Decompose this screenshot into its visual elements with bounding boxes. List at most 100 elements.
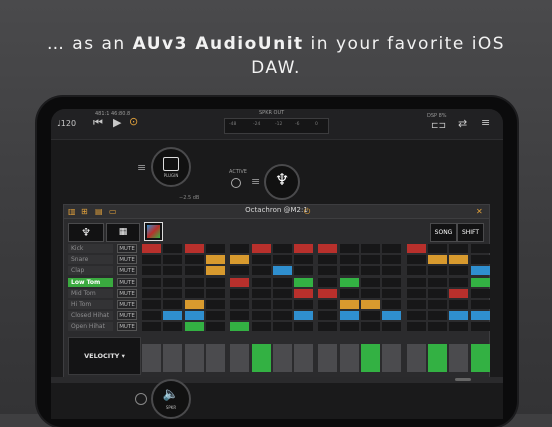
step-cell[interactable] [318,322,338,332]
step-cell[interactable] [339,300,359,309]
step-cell[interactable] [294,288,314,298]
step-cell[interactable] [427,322,447,332]
step-cell[interactable] [230,244,250,253]
step-cell[interactable] [361,300,380,309]
step-cell[interactable] [470,300,490,309]
step-cell[interactable] [339,255,359,265]
step-cell[interactable] [382,300,402,309]
track-label[interactable]: Snare [68,255,113,265]
step-cell[interactable] [230,255,250,265]
step-cell[interactable] [230,277,250,287]
routing-icon[interactable]: ⇄ [458,117,467,130]
step-cell[interactable] [427,244,447,253]
step-cell[interactable] [205,300,225,309]
step-cell[interactable] [318,255,338,265]
step-cell[interactable] [163,244,183,253]
pattern-thumbnail[interactable] [144,222,163,241]
step-cell[interactable] [251,288,271,298]
plugin-node[interactable]: PLUGIN [151,147,191,187]
step-cell[interactable] [318,266,338,276]
velocity-bar[interactable] [230,344,250,372]
step-cell[interactable] [382,322,402,332]
step-cell[interactable] [184,322,204,332]
step-cell[interactable] [294,300,314,309]
step-cell[interactable] [184,255,204,265]
step-cell[interactable] [251,277,271,287]
velocity-bar[interactable] [318,344,338,372]
step-cell[interactable] [427,311,447,321]
step-cell[interactable] [427,277,447,287]
step-cell[interactable] [230,322,250,332]
velocity-bar[interactable] [449,344,469,372]
step-cell[interactable] [361,266,380,276]
record-icon[interactable]: ⊙ [129,115,138,128]
node2-menu-icon[interactable]: ≡ [251,175,260,188]
step-cell[interactable] [361,277,380,287]
mute-button[interactable]: MUTE [117,288,137,298]
track-label[interactable]: Open Hihat [68,322,113,332]
step-cell[interactable] [184,266,204,276]
step-cell[interactable] [142,322,161,332]
node-menu-icon[interactable]: ≡ [137,161,146,174]
step-cell[interactable] [294,322,314,332]
scroll-thumb[interactable] [455,378,471,381]
step-cell[interactable] [184,300,204,309]
step-cell[interactable] [339,277,359,287]
step-cell[interactable] [294,266,314,276]
step-cell[interactable] [184,277,204,287]
step-cell[interactable] [163,288,183,298]
step-cell[interactable] [406,266,426,276]
step-cell[interactable] [382,311,402,321]
step-cell[interactable] [272,244,292,253]
play-icon[interactable]: ▶ [113,116,121,129]
shift-button[interactable]: SHIFT [457,223,484,242]
step-cell[interactable] [205,311,225,321]
step-cell[interactable] [251,244,271,253]
step-cell[interactable] [449,322,469,332]
track-label[interactable]: Mid Tom [68,288,113,298]
song-button[interactable]: SONG [430,223,457,242]
step-cell[interactable] [449,300,469,309]
speaker-node[interactable]: 🔈 SPKR [151,379,191,419]
velocity-bar[interactable] [470,344,490,372]
step-cell[interactable] [318,311,338,321]
step-cell[interactable] [142,311,161,321]
step-cell[interactable] [339,266,359,276]
step-cell[interactable] [361,311,380,321]
step-cell[interactable] [406,244,426,253]
step-cell[interactable] [251,322,271,332]
step-cell[interactable] [449,277,469,287]
velocity-bar[interactable] [382,344,402,372]
step-cell[interactable] [339,288,359,298]
step-cell[interactable] [142,266,161,276]
velocity-bar[interactable] [205,344,225,372]
octopus-button[interactable]: ♆ [68,223,104,242]
step-cell[interactable] [184,288,204,298]
step-cell[interactable] [470,266,490,276]
plugin-scrollbar[interactable] [51,377,503,383]
power-icon[interactable]: ⏻ [304,207,310,217]
menu-icon[interactable]: ≡ [481,116,490,129]
step-cell[interactable] [449,288,469,298]
step-cell[interactable] [163,300,183,309]
toggle-icon[interactable]: ⊏⊐ [431,121,446,131]
step-cell[interactable] [318,244,338,253]
step-cell[interactable] [142,300,161,309]
velocity-bar[interactable] [406,344,426,372]
step-cell[interactable] [251,300,271,309]
step-cell[interactable] [205,266,225,276]
step-cell[interactable] [427,288,447,298]
step-cell[interactable] [272,277,292,287]
step-cell[interactable] [294,244,314,253]
step-cell[interactable] [382,266,402,276]
step-cell[interactable] [163,311,183,321]
step-cell[interactable] [205,288,225,298]
step-cell[interactable] [272,300,292,309]
track-label[interactable]: Closed Hihat [68,311,113,321]
velocity-bar[interactable] [294,344,314,372]
track-label[interactable]: Clap [68,266,113,276]
step-cell[interactable] [382,244,402,253]
step-cell[interactable] [361,255,380,265]
step-cell[interactable] [382,255,402,265]
velocity-bar[interactable] [427,344,447,372]
